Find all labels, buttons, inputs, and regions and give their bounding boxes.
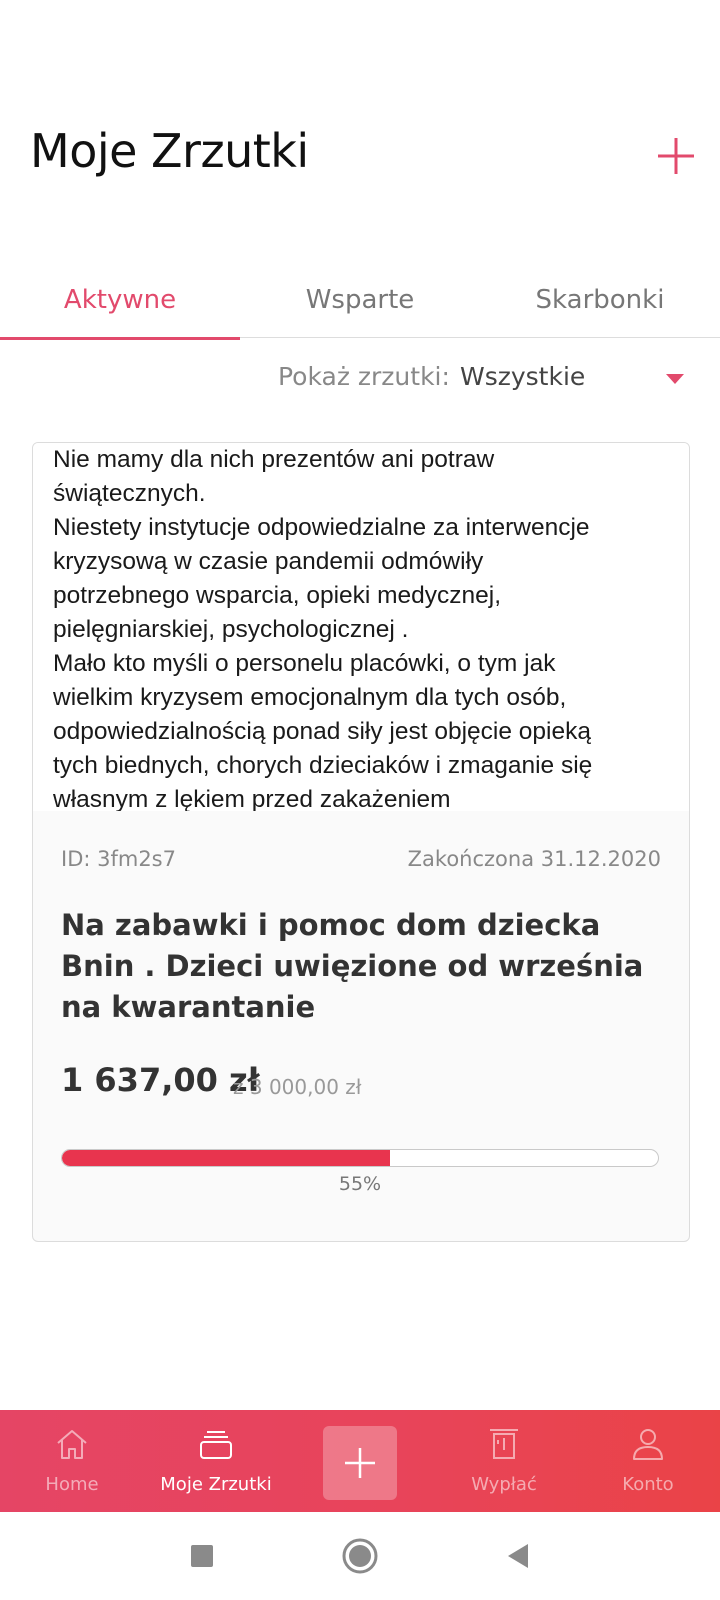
caret-down-icon [666, 374, 684, 384]
fundraiser-card[interactable]: Nie mamy dla nich prezentów ani potraw ś… [32, 442, 690, 1242]
home-icon [52, 1424, 92, 1464]
fundraiser-title: Na zabawki i pomoc dom dziecka Bnin . Dz… [61, 908, 644, 1024]
nav-item-konto[interactable]: Konto [576, 1410, 720, 1512]
progress-bar [61, 1149, 659, 1167]
tab-aktywne[interactable]: Aktywne [0, 262, 240, 340]
system-nav-bar [0, 1512, 720, 1600]
bottom-nav: Home Moje Zrzutki Wypłać Konto [0, 1410, 720, 1512]
recents-button[interactable] [180, 1534, 224, 1578]
fundraiser-status: Zakończona 31.12.2020 [407, 847, 661, 871]
recents-icon [191, 1545, 213, 1567]
nav-item-wyplac[interactable]: Wypłać [432, 1410, 576, 1512]
back-button[interactable] [496, 1534, 540, 1578]
user-icon [628, 1424, 668, 1464]
back-icon [508, 1544, 528, 1568]
raised-amount: 1 637,00 zł [61, 1061, 260, 1099]
nav-item-home[interactable]: Home [0, 1410, 144, 1512]
home-circle-icon [342, 1538, 378, 1574]
filter-label: Pokaż zrzutki: [278, 362, 450, 391]
stack-icon [196, 1424, 236, 1464]
header: Moje Zrzutki [0, 0, 720, 240]
filter-selected-value: Wszystkie [460, 362, 586, 391]
goal-amount: z 3 000,00 zł [233, 1075, 362, 1099]
nav-add-button[interactable] [323, 1426, 397, 1500]
nav-label-wyplac: Wypłać [471, 1474, 537, 1495]
nav-label-home: Home [45, 1474, 99, 1495]
plus-icon [345, 1448, 375, 1478]
progress-label: 55% [338, 1173, 382, 1195]
nav-label-konto: Konto [622, 1474, 674, 1495]
fundraiser-meta: ID: 3fm2s7 Zakończona 31.12.2020 [61, 847, 661, 877]
filter-row: Pokaż zrzutki: Wszystkie [0, 354, 720, 404]
add-zrzutka-button[interactable] [650, 130, 702, 182]
home-system-button[interactable] [338, 1534, 382, 1578]
tab-skarbonki[interactable]: Skarbonki [480, 262, 720, 338]
nav-item-add[interactable] [288, 1410, 432, 1512]
tab-wsparte[interactable]: Wsparte [240, 262, 480, 338]
nav-label-moje-zrzutki: Moje Zrzutki [160, 1474, 272, 1495]
filter-dropdown[interactable]: Wszystkie [456, 356, 696, 400]
tab-bar: Aktywne Wsparte Skarbonki [0, 262, 720, 340]
fundraiser-image-text: Nie mamy dla nich prezentów ani potraw ś… [53, 446, 593, 811]
nav-item-moje-zrzutki[interactable]: Moje Zrzutki [144, 1410, 288, 1512]
page-title: Moje Zrzutki [30, 124, 309, 178]
fundraiser-image: Nie mamy dla nich prezentów ani potraw ś… [33, 443, 689, 811]
progress-fill [62, 1150, 390, 1166]
fundraiser-id: ID: 3fm2s7 [61, 847, 176, 871]
plus-icon [658, 138, 694, 174]
withdraw-icon [484, 1424, 524, 1464]
